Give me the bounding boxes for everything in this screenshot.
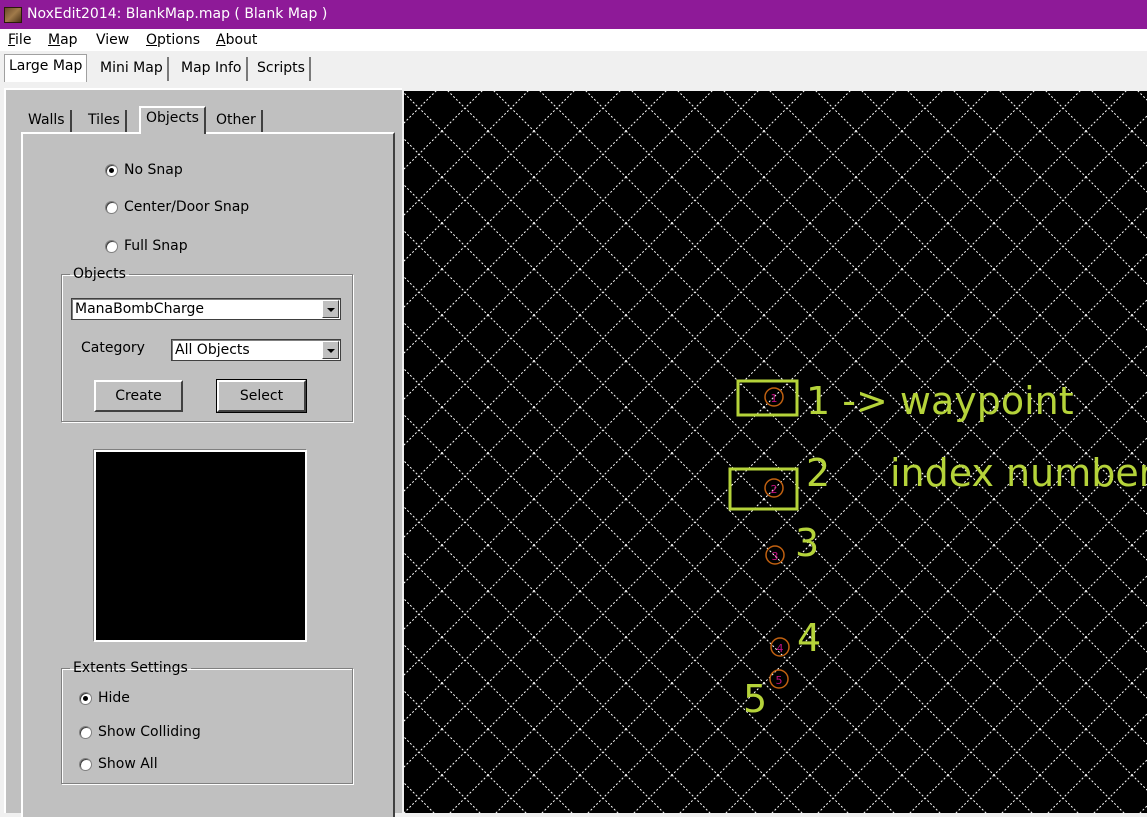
main-tab-strip: Large Map Mini Map Map Info Scripts xyxy=(0,51,1147,88)
menu-view[interactable]: View xyxy=(96,32,129,48)
objects-tab-page: No Snap Center/Door Snap Full Snap Objec… xyxy=(21,132,395,817)
annotation-2: 2 xyxy=(806,451,831,495)
select-button[interactable]: Select xyxy=(216,379,307,413)
radio-indicator xyxy=(79,691,92,705)
object-preview xyxy=(94,450,307,642)
radio-hide[interactable]: Hide xyxy=(79,690,130,706)
tab-other[interactable]: Other xyxy=(211,110,263,132)
menu-map[interactable]: Map xyxy=(48,32,78,48)
annotation-5: 5 xyxy=(743,677,768,721)
tab-objects[interactable]: Objects xyxy=(139,106,206,134)
tool-panel: Walls Tiles Objects Other No Snap Center… xyxy=(4,88,402,817)
menu-options[interactable]: Options xyxy=(146,32,200,48)
radio-no-snap[interactable]: No Snap xyxy=(105,162,183,178)
object-select-value: ManaBombCharge xyxy=(75,301,205,317)
radio-indicator xyxy=(105,200,118,214)
create-button[interactable]: Create xyxy=(94,380,183,412)
app-icon xyxy=(4,7,22,23)
annotation-index-number: index number xyxy=(890,451,1147,495)
radio-indicator xyxy=(79,725,92,739)
tab-mini-map[interactable]: Mini Map xyxy=(96,57,169,81)
category-select[interactable]: All Objects xyxy=(171,339,341,361)
map-canvas[interactable]: 1 2 3 4 5 1 -> waypoint 2 index number 3… xyxy=(404,88,1147,813)
category-label: Category xyxy=(81,340,145,356)
radio-label: Show Colliding xyxy=(98,724,201,740)
radio-label: Show All xyxy=(98,756,158,772)
radio-indicator xyxy=(105,239,118,253)
category-select-value: All Objects xyxy=(175,342,250,358)
tab-scripts[interactable]: Scripts xyxy=(253,57,311,81)
radio-label: Full Snap xyxy=(124,238,188,254)
radio-show-colliding[interactable]: Show Colliding xyxy=(79,724,201,740)
radio-label: Center/Door Snap xyxy=(124,199,250,215)
menu-about[interactable]: About xyxy=(216,32,257,48)
radio-indicator xyxy=(105,163,118,177)
radio-indicator xyxy=(79,757,92,771)
tab-large-map[interactable]: Large Map xyxy=(4,54,88,82)
menu-bar: File Map View Options About xyxy=(0,29,1147,51)
object-select[interactable]: ManaBombCharge xyxy=(71,298,341,320)
extents-group-label: Extents Settings xyxy=(73,660,188,676)
window-title: NoxEdit2014: BlankMap.map ( Blank Map ) xyxy=(27,6,328,22)
objects-group-label: Objects xyxy=(73,266,126,282)
radio-show-all[interactable]: Show All xyxy=(79,756,158,772)
title-bar: NoxEdit2014: BlankMap.map ( Blank Map ) xyxy=(0,0,1147,29)
radio-label: Hide xyxy=(98,690,130,706)
chevron-down-icon[interactable] xyxy=(322,341,339,359)
chevron-down-icon[interactable] xyxy=(322,300,339,318)
annotation-waypoint: 1 -> waypoint xyxy=(806,379,1074,423)
radio-center-door-snap[interactable]: Center/Door Snap xyxy=(105,199,249,215)
menu-file[interactable]: File xyxy=(8,32,31,48)
annotation-3: 3 xyxy=(795,521,820,565)
tab-map-info[interactable]: Map Info xyxy=(177,57,248,81)
radio-label: No Snap xyxy=(124,162,183,178)
annotation-4: 4 xyxy=(797,616,822,660)
tab-tiles[interactable]: Tiles xyxy=(83,110,127,132)
radio-full-snap[interactable]: Full Snap xyxy=(105,238,188,254)
tab-walls[interactable]: Walls xyxy=(23,110,72,132)
